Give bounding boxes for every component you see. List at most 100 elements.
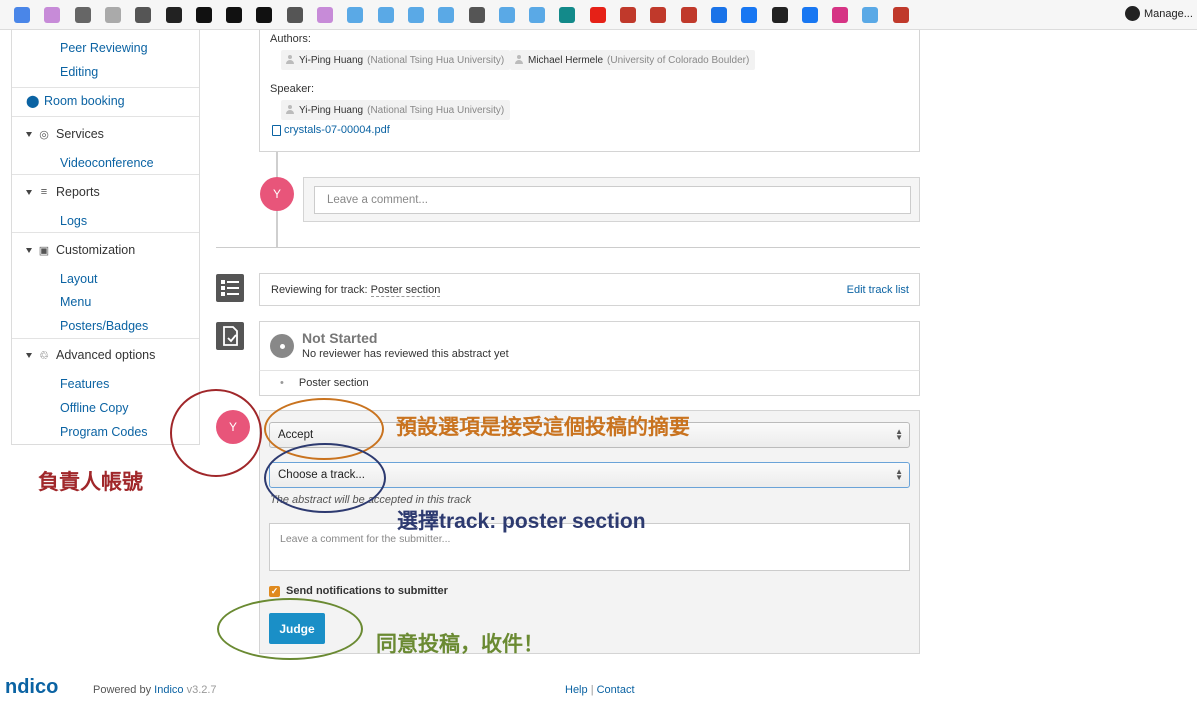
sidebar-item-posters-badges[interactable]: Posters/Badges — [60, 319, 148, 333]
sidebar-section-advanced-options[interactable]: ♲ Advanced options — [26, 348, 155, 362]
sidebar-section-services[interactable]: ◎ Services — [26, 127, 104, 141]
status-title: Not Started — [302, 330, 378, 346]
g-app-icon[interactable] — [710, 7, 727, 23]
annotation-ring-green — [217, 598, 363, 660]
facebook-icon[interactable] — [741, 7, 758, 23]
heart-app-icon[interactable] — [832, 7, 849, 23]
edit-track-list-link[interactable]: Edit track list — [847, 284, 909, 296]
x-icon[interactable] — [529, 7, 546, 23]
calendar-icon[interactable] — [14, 7, 30, 23]
x-icon[interactable] — [438, 7, 455, 23]
location-pin-icon: ⬤ — [26, 94, 40, 108]
status-description: No reviewer has reviewed this abstract y… — [302, 348, 509, 360]
sidebar-item-features[interactable]: Features — [60, 377, 109, 391]
c-app-icon[interactable] — [74, 7, 91, 23]
contact-link[interactable]: Contact — [597, 684, 635, 696]
sidebar-item-layout[interactable]: Layout — [60, 272, 98, 286]
github-icon[interactable] — [226, 7, 243, 23]
review-track-name[interactable]: Poster section — [370, 284, 441, 297]
code-icon[interactable] — [377, 7, 394, 23]
avatar: Y — [260, 177, 294, 211]
divider — [12, 338, 199, 339]
bullet-icon: • — [280, 377, 284, 389]
lightbulb-icon: ♲ — [39, 349, 49, 362]
list-item: • Poster section — [280, 377, 369, 389]
x-icon[interactable] — [862, 7, 879, 23]
attachment-link[interactable]: crystals-07-00004.pdf — [272, 124, 390, 136]
user-icon — [514, 55, 524, 65]
annotation-ring-navy — [264, 443, 386, 513]
sidebar-item-logs[interactable]: Logs — [60, 214, 87, 228]
help-link[interactable]: Help — [565, 684, 588, 696]
number-24-icon[interactable] — [892, 7, 909, 23]
youtube-icon[interactable] — [589, 7, 606, 23]
track-item-label: Poster section — [298, 377, 369, 389]
circle-logo-icon — [1125, 6, 1140, 21]
teal-app-icon[interactable] — [559, 7, 576, 23]
user-icon — [285, 55, 295, 65]
book-icon[interactable] — [468, 7, 485, 23]
review-track-label: Reviewing for track: — [271, 284, 368, 296]
sidebar-item-editing[interactable]: Editing — [60, 65, 98, 79]
sidebar-item-program-codes[interactable]: Program Codes — [60, 425, 148, 439]
sidebar-section-label: Reports — [56, 185, 100, 199]
comment-box: Leave a comment... — [303, 177, 920, 222]
sidebar-section-reports[interactable]: ≡ Reports — [26, 185, 100, 199]
sidebar-item-label: Room booking — [44, 94, 125, 108]
speaker-affiliation: (National Tsing Hua University) — [367, 104, 505, 116]
bookmark-manage[interactable]: Manage... — [1125, 6, 1193, 21]
sidebar-item-menu[interactable]: Menu — [60, 295, 91, 309]
annotation-default-option: 預設選項是接受這個投稿的摘要 — [396, 416, 690, 439]
author-chip[interactable]: Yi-Ping Huang (National Tsing Hua Univer… — [281, 50, 511, 70]
bookmarks-bar: Manage... — [0, 0, 1197, 30]
notify-checkbox[interactable]: ✓ — [269, 585, 280, 597]
caret-down-icon — [26, 352, 32, 358]
red-diamond-icon[interactable] — [680, 7, 697, 23]
author-name: Michael Hermele — [528, 54, 604, 66]
annotation-agree: 同意投稿，收件！ — [376, 633, 544, 656]
sidebar-item-offline-copy[interactable]: Offline Copy — [60, 401, 129, 415]
annotation-select-track: 選擇track: poster section — [397, 510, 646, 533]
book-icon[interactable] — [286, 7, 303, 23]
document-check-icon — [216, 322, 244, 350]
powered-by-label: Powered by — [93, 684, 152, 696]
select-arrows-icon: ▲ ▼ — [895, 427, 903, 442]
x-icon[interactable] — [498, 7, 515, 23]
book-icon[interactable] — [135, 7, 152, 23]
sidebar-item-videoconference[interactable]: Videoconference — [60, 156, 154, 170]
indico-logo[interactable]: ndico — [5, 676, 58, 699]
sidebar-item-peer-reviewing[interactable]: Peer Reviewing — [60, 41, 148, 55]
caret-down-icon — [26, 189, 32, 195]
track-list-box: • Poster section — [259, 370, 920, 396]
sidebar-section-label: Services — [56, 127, 104, 141]
caret-down-icon — [26, 247, 32, 253]
github-icon[interactable] — [195, 7, 212, 23]
flower-icon[interactable] — [317, 7, 333, 23]
facebook-icon[interactable] — [801, 7, 818, 23]
github-icon[interactable] — [256, 7, 273, 23]
sidebar: Peer Reviewing Editing ⬤ Room booking ◎ … — [11, 30, 200, 445]
broadcast-icon: ◎ — [39, 128, 49, 141]
red-diamond-icon[interactable] — [620, 7, 636, 23]
red-diamond-icon[interactable] — [650, 7, 667, 23]
annotation-person-in-charge: 負責人帳號 — [38, 471, 143, 494]
circle-logo-icon[interactable] — [771, 7, 788, 23]
comment-input[interactable]: Leave a comment... — [314, 186, 911, 214]
sidebar-item-room-booking[interactable]: ⬤ Room booking — [26, 94, 125, 108]
sidebar-section-customization[interactable]: ▣ Customization — [26, 243, 135, 257]
x-icon[interactable] — [347, 7, 364, 23]
chat-icon[interactable] — [104, 7, 121, 23]
indico-link[interactable]: Indico — [154, 684, 183, 696]
sidebar-section-label: Customization — [56, 243, 136, 257]
circle-logo-icon[interactable] — [165, 7, 182, 23]
divider — [12, 174, 199, 175]
flower-icon[interactable] — [44, 7, 61, 23]
image-icon: ▣ — [38, 244, 50, 257]
speaker-chip[interactable]: Yi-Ping Huang (National Tsing Hua Univer… — [281, 100, 511, 120]
caret-down-icon — [26, 131, 32, 137]
powered-by: Powered by Indico v3.2.7 — [93, 684, 217, 696]
review-track-text: Reviewing for track: Poster section — [271, 284, 441, 297]
footer-links: Help | Contact — [565, 684, 635, 696]
author-chip[interactable]: Michael Hermele (University of Colorado … — [510, 50, 756, 70]
x-icon[interactable] — [407, 7, 424, 23]
